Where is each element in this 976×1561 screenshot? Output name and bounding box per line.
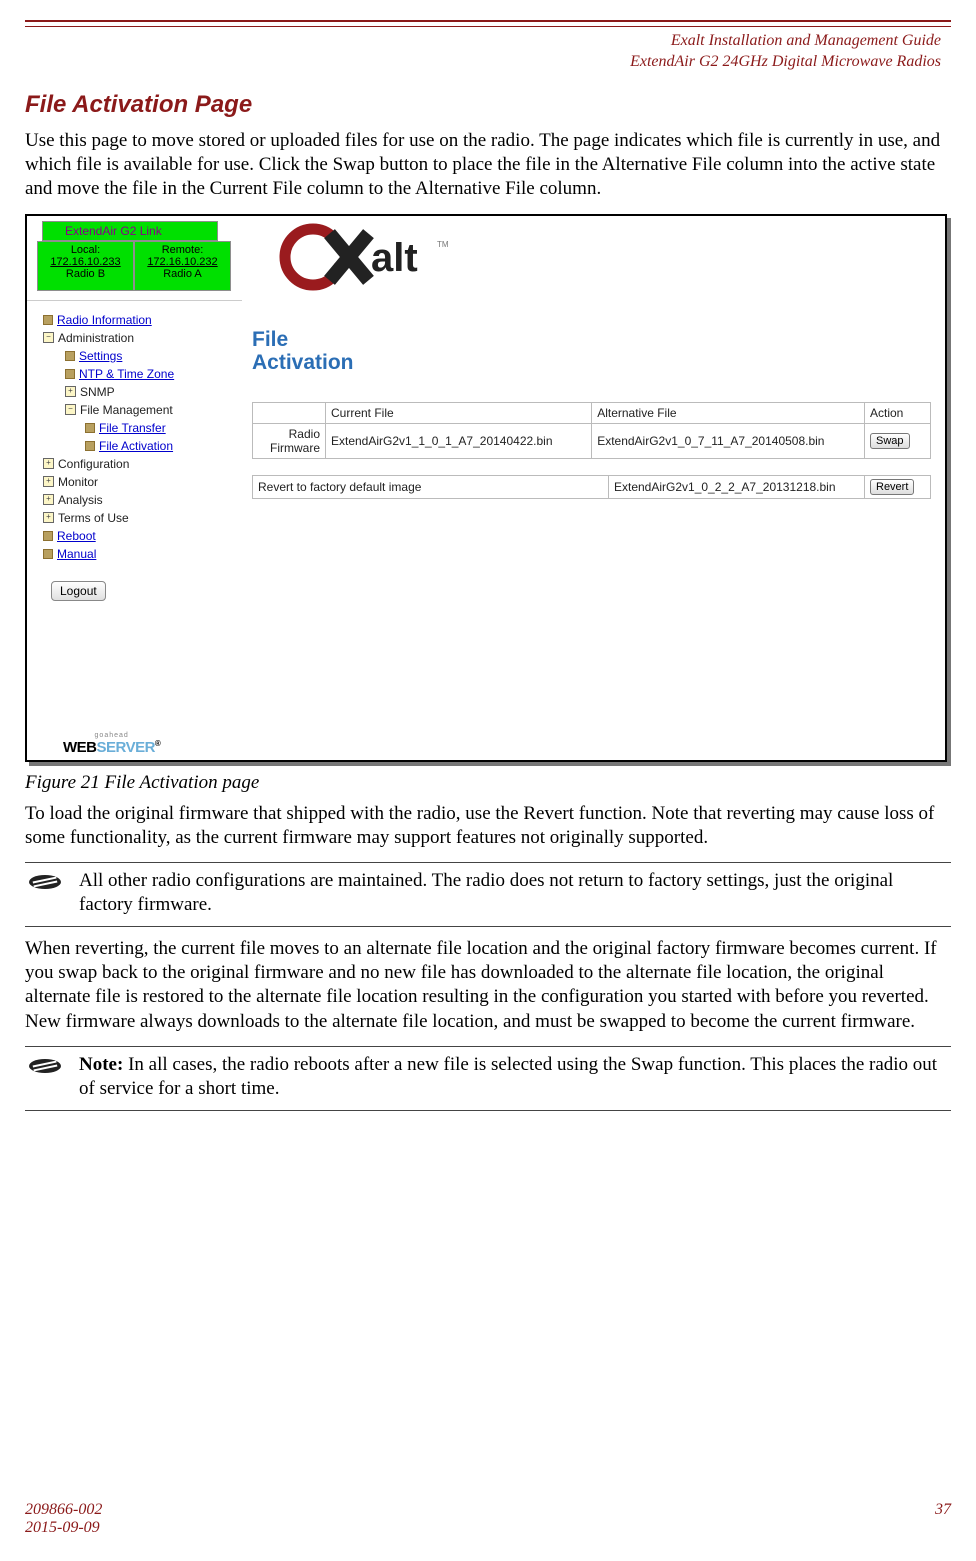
nav-radio-information[interactable]: Radio Information bbox=[57, 313, 152, 327]
revert-label: Revert to factory default image bbox=[253, 475, 609, 498]
firmware-swap-table: Current File Alternative File Action Rad… bbox=[252, 402, 931, 459]
alt-file-value: ExtendAirG2v1_0_7_11_A7_20140508.bin bbox=[592, 423, 865, 458]
exalt-logo: alt TM bbox=[259, 216, 945, 298]
section-heading: File Activation Page bbox=[25, 91, 951, 119]
goahead-text: goahead bbox=[63, 732, 160, 739]
remote-label: Remote: bbox=[135, 244, 230, 256]
nav-file-transfer[interactable]: File Transfer bbox=[99, 421, 166, 435]
col-action: Action bbox=[865, 402, 931, 423]
figure-screenshot: ExtendAir G2 Link Local: 172.16.10.233 R… bbox=[25, 214, 947, 762]
pencil-note-icon bbox=[25, 1053, 65, 1102]
revert-detail-paragraph: When reverting, the current file moves t… bbox=[25, 937, 951, 1034]
server-text: SERVER bbox=[97, 739, 155, 756]
nav-file-management[interactable]: File Management bbox=[80, 403, 173, 417]
nav-manual[interactable]: Manual bbox=[57, 547, 96, 561]
nav-file-activation[interactable]: File Activation bbox=[99, 439, 173, 453]
page-title: File Activation bbox=[252, 328, 931, 374]
link-name-bar: ExtendAir G2 Link bbox=[42, 221, 218, 241]
remote-node-box[interactable]: Remote: 172.16.10.232 Radio A bbox=[134, 241, 231, 291]
note-2-text: Note: In all cases, the radio reboots af… bbox=[79, 1053, 951, 1102]
logout-button[interactable]: Logout bbox=[51, 581, 106, 601]
revert-paragraph: To load the original firmware that shipp… bbox=[25, 802, 951, 851]
swap-button[interactable]: Swap bbox=[870, 433, 910, 449]
remote-radio: Radio A bbox=[135, 268, 230, 280]
nav-bullet-icon bbox=[65, 351, 75, 361]
nav-bullet-icon bbox=[85, 441, 95, 451]
nav-sidebar: Radio Information Administration Setting… bbox=[27, 300, 242, 760]
row-radio-firmware: Radio Firmware bbox=[253, 423, 326, 458]
svg-text:TM: TM bbox=[437, 240, 449, 249]
local-ip: 172.16.10.233 bbox=[38, 256, 133, 268]
doc-header: Exalt Installation and Management Guide … bbox=[25, 31, 951, 73]
collapse-icon[interactable] bbox=[43, 332, 54, 343]
nav-snmp[interactable]: SNMP bbox=[80, 385, 115, 399]
note-block-1: All other radio configurations are maint… bbox=[25, 862, 951, 927]
collapse-icon[interactable] bbox=[65, 404, 76, 415]
local-radio: Radio B bbox=[38, 268, 133, 280]
doc-number: 209866-002 bbox=[25, 1501, 102, 1519]
nav-configuration[interactable]: Configuration bbox=[58, 457, 129, 471]
note-bold: Note: bbox=[79, 1054, 128, 1075]
top-rule bbox=[25, 20, 951, 27]
content-area: File Activation Current File Alternative… bbox=[242, 298, 945, 760]
page-number: 37 bbox=[935, 1501, 951, 1537]
revert-table: Revert to factory default image ExtendAi… bbox=[252, 475, 931, 499]
expand-icon[interactable] bbox=[43, 512, 54, 523]
nav-ntp[interactable]: NTP & Time Zone bbox=[79, 367, 174, 381]
expand-icon[interactable] bbox=[43, 494, 54, 505]
local-label: Local: bbox=[38, 244, 133, 256]
col-alt-file: Alternative File bbox=[592, 402, 865, 423]
page-title-l1: File bbox=[252, 328, 931, 351]
webserver-logo: goahead WEBSERVER® bbox=[63, 732, 160, 756]
nav-bullet-icon bbox=[65, 369, 75, 379]
note-1-text: All other radio configurations are maint… bbox=[79, 869, 951, 918]
nav-settings[interactable]: Settings bbox=[79, 349, 122, 363]
revert-file-value: ExtendAirG2v1_0_2_2_A7_20131218.bin bbox=[609, 475, 865, 498]
expand-icon[interactable] bbox=[43, 458, 54, 469]
expand-icon[interactable] bbox=[43, 476, 54, 487]
note-block-2: Note: In all cases, the radio reboots af… bbox=[25, 1046, 951, 1111]
nav-reboot[interactable]: Reboot bbox=[57, 529, 96, 543]
nav-bullet-icon bbox=[43, 315, 53, 325]
local-node-box[interactable]: Local: 172.16.10.233 Radio B bbox=[37, 241, 134, 291]
nav-monitor[interactable]: Monitor bbox=[58, 475, 98, 489]
expand-icon[interactable] bbox=[65, 386, 76, 397]
nav-terms[interactable]: Terms of Use bbox=[58, 511, 129, 525]
note-2-body: In all cases, the radio reboots after a … bbox=[79, 1054, 937, 1099]
page-title-l2: Activation bbox=[252, 351, 931, 374]
web-text: WEB bbox=[63, 739, 97, 756]
doc-date: 2015-09-09 bbox=[25, 1519, 102, 1537]
nav-bullet-icon bbox=[43, 531, 53, 541]
nav-analysis[interactable]: Analysis bbox=[58, 493, 103, 507]
pencil-note-icon bbox=[25, 869, 65, 918]
nav-bullet-icon bbox=[85, 423, 95, 433]
nav-administration[interactable]: Administration bbox=[58, 331, 134, 345]
page-footer: 209866-002 2015-09-09 37 bbox=[25, 1501, 951, 1537]
current-file-value: ExtendAirG2v1_1_0_1_A7_20140422.bin bbox=[326, 423, 592, 458]
header-line-2: ExtendAir G2 24GHz Digital Microwave Rad… bbox=[25, 52, 941, 73]
intro-paragraph: Use this page to move stored or uploaded… bbox=[25, 129, 951, 202]
nav-bullet-icon bbox=[43, 549, 53, 559]
header-line-1: Exalt Installation and Management Guide bbox=[25, 31, 941, 52]
col-current-file: Current File bbox=[326, 402, 592, 423]
svg-text:alt: alt bbox=[371, 236, 418, 280]
figure-caption: Figure 21 File Activation page bbox=[25, 772, 951, 794]
revert-button[interactable]: Revert bbox=[870, 479, 914, 495]
remote-ip: 172.16.10.232 bbox=[135, 256, 230, 268]
